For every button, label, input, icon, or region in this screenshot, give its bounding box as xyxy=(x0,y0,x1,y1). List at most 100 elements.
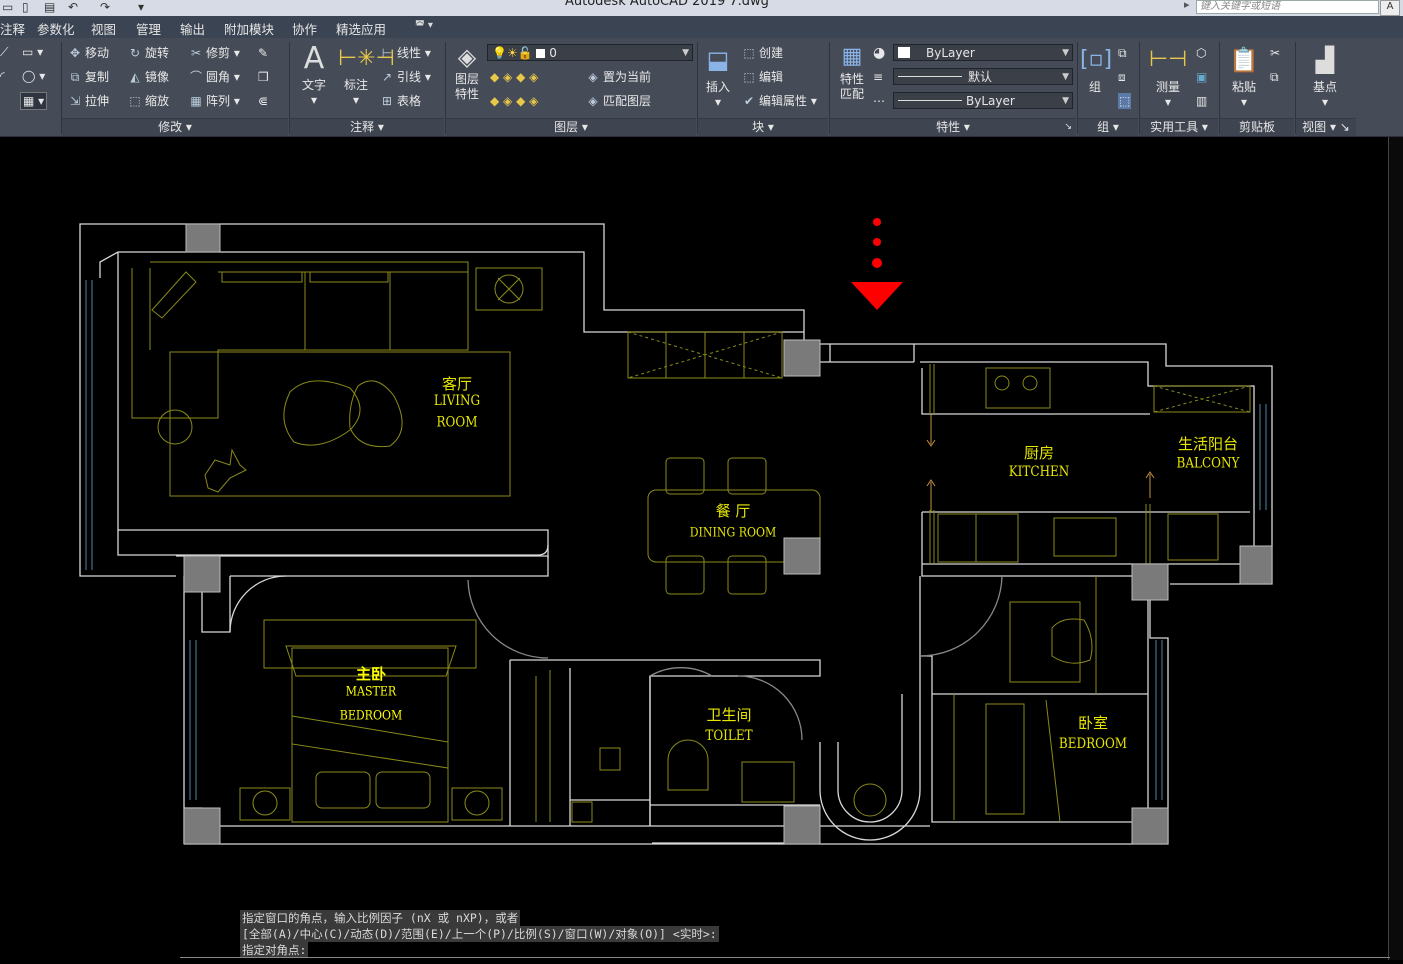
tab-manage[interactable]: 管理 xyxy=(136,19,161,38)
cut-icon[interactable]: ✂ xyxy=(1270,45,1280,61)
layer-color-swatch xyxy=(536,49,546,58)
chevron-down-icon: ▼ xyxy=(682,48,689,58)
paste-button[interactable]: 📋 粘贴 ▾ xyxy=(1224,42,1264,109)
floor-plan xyxy=(79,218,1273,845)
explode-icon[interactable]: ❒ xyxy=(258,69,269,85)
offset-icon[interactable]: ⋐ xyxy=(258,93,268,109)
save-icon[interactable]: ▯ xyxy=(22,0,29,16)
line-tool-icon[interactable]: ⟋ xyxy=(0,44,8,60)
lineweight-combo[interactable]: 默认 ▼ xyxy=(893,68,1073,85)
entrance-marker xyxy=(851,218,903,310)
rectangle-tool-icon[interactable]: ▭ ▾ xyxy=(22,44,43,60)
clipboard-panel-title[interactable]: 剪贴板 xyxy=(1220,118,1294,136)
redo-icon[interactable]: ↷ xyxy=(100,0,110,16)
drawing-canvas[interactable]: 客厅 LIVING ROOM 餐 厅 DINING ROOM 厨房 KITCHE… xyxy=(0,137,1388,960)
stretch-icon: ⇲ xyxy=(69,94,81,108)
set-current-button[interactable]: ◈ 置为当前 xyxy=(586,69,651,85)
create-block-icon: ⬚ xyxy=(743,46,755,60)
leader-button[interactable]: ↗ 引线 ▾ xyxy=(380,69,431,85)
erase-icon[interactable]: ✎ xyxy=(258,45,268,61)
match-layer-button[interactable]: ◈ 匹配图层 xyxy=(586,93,651,109)
edit-block-button[interactable]: ⬚ 编辑 xyxy=(742,69,783,85)
vertical-scrollbar[interactable] xyxy=(1388,137,1403,960)
base-point-icon: ▟ xyxy=(1315,46,1335,74)
annotation-panel-title[interactable]: 注释 ▾ xyxy=(290,118,444,136)
command-line-2: [全部(A)/中心(C)/动态(D)/范围(E)/上一个(P)/比例(S)/窗口… xyxy=(240,926,719,942)
id-point-icon[interactable]: ▥ xyxy=(1196,93,1207,109)
layer-state-icons: 💡☀🔓 xyxy=(492,46,533,60)
fillet-button[interactable]: ⌒ 圆角 ▾ xyxy=(189,69,240,85)
ribbon: ⟋ ◜ ▭ ▾ ◯ ▾ ▦ ▾ ✥ 移动 ↻ 旋转 ✂ 修剪 ▾ ✎ ⧉ 复制 ◭ 镜像 … xyxy=(0,38,1403,138)
move-button[interactable]: ✥ 移动 xyxy=(68,45,109,61)
groups-panel-title[interactable]: 组 ▾ xyxy=(1078,118,1138,136)
calculator-icon[interactable]: ▣ xyxy=(1196,69,1207,85)
color-wheel-icon[interactable]: ◕ xyxy=(873,45,885,61)
layer-tools-row2[interactable]: ◆ ◈ ◆ ◈ xyxy=(490,93,538,109)
table-button[interactable]: ⊞ 表格 xyxy=(380,93,421,109)
edit-attributes-button[interactable]: ✔ 编辑属性 ▾ xyxy=(742,93,817,109)
open-icon[interactable]: ▭ xyxy=(2,0,13,16)
stretch-button[interactable]: ⇲ 拉伸 xyxy=(68,93,109,109)
undo-icon[interactable]: ↶ xyxy=(68,0,78,16)
copy-button[interactable]: ⧉ 复制 xyxy=(68,69,109,85)
signin-icon[interactable]: A xyxy=(1380,0,1400,16)
tab-annotate[interactable]: 注释 xyxy=(0,19,25,38)
tab-addins[interactable]: 附加模块 xyxy=(224,19,274,38)
block-panel-title[interactable]: 块 ▾ xyxy=(698,118,828,136)
chevron-down-icon: ▼ xyxy=(1062,48,1069,58)
search-expand-icon[interactable]: ▸ xyxy=(1184,0,1190,11)
layer-tools-row1[interactable]: ◆ ◈ ◆ ◈ xyxy=(490,69,538,85)
command-prompt[interactable]: 指定对角点: xyxy=(240,942,309,958)
text-button[interactable]: A 文字 ▾ xyxy=(296,42,332,108)
quick-select-icon[interactable]: ⬡ xyxy=(1196,45,1206,61)
ungroup-icon[interactable]: ⧉ xyxy=(1118,45,1127,61)
match-properties-button[interactable]: ▦ 特性 匹配 xyxy=(834,42,870,102)
scale-button[interactable]: ⬚ 缩放 xyxy=(128,93,169,109)
ellipse-tool-icon[interactable]: ◯ ▾ xyxy=(22,68,45,84)
view-panel-title[interactable]: 视图 ▾ ↘ xyxy=(1296,118,1356,136)
group-edit-icon[interactable]: ⧈ xyxy=(1118,69,1126,85)
print-icon[interactable]: ▤ xyxy=(44,0,55,16)
copy-clip-icon[interactable]: ⧉ xyxy=(1270,69,1279,85)
array-button[interactable]: ▦ 阵列 ▾ xyxy=(189,93,240,109)
room-label-kitchen: 厨房 KITCHEN xyxy=(1008,444,1070,480)
tab-output[interactable]: 输出 xyxy=(180,19,205,38)
linetype-combo[interactable]: ByLayer ▼ xyxy=(893,92,1073,109)
dimension-button[interactable]: ⊢✳⊣ 标注 ▾ xyxy=(338,42,395,107)
group-select-icon[interactable]: ⬚ xyxy=(1118,93,1132,109)
room-label-living: 客厅 LIVING ROOM xyxy=(433,375,481,431)
create-block-button[interactable]: ⬚ 创建 xyxy=(742,45,783,61)
linear-dim-button[interactable]: ⊢ 线性 ▾ xyxy=(380,45,431,61)
group-button[interactable]: [▫] 组 xyxy=(1080,42,1112,95)
scale-icon: ⬚ xyxy=(129,94,141,108)
mirror-button[interactable]: ◭ 镜像 xyxy=(128,69,169,85)
window-title: Autodesk AutoCAD 2019 7.dwg xyxy=(565,0,769,9)
tab-collaborate[interactable]: 协作 xyxy=(292,19,317,38)
line-sample xyxy=(898,100,962,101)
modify-panel-title[interactable]: 修改 ▾ xyxy=(62,118,288,136)
tab-overflow-dropdown-icon[interactable]: ◚ ▾ xyxy=(415,20,441,34)
utilities-panel-title[interactable]: 实用工具 ▾ xyxy=(1140,118,1218,136)
color-combo[interactable]: ByLayer ▼ xyxy=(893,44,1073,61)
trim-button[interactable]: ✂ 修剪 ▾ xyxy=(189,45,240,61)
rotate-button[interactable]: ↻ 旋转 xyxy=(128,45,169,61)
insert-block-button[interactable]: ⬓ 插入 ▾ xyxy=(700,42,736,109)
help-search-input[interactable]: 键入关键字或短语 xyxy=(1196,0,1379,14)
measure-button[interactable]: ⊢⊣ 测量 ▾ xyxy=(1148,42,1188,109)
layers-panel-title[interactable]: 图层 ▾ xyxy=(446,118,696,136)
tab-featured-apps[interactable]: 精选应用 xyxy=(336,19,386,38)
layer-combo[interactable]: 💡☀🔓 0 ▼ xyxy=(487,44,693,61)
layer-properties-button[interactable]: ◈ 图层 特性 xyxy=(450,42,484,102)
properties-panel-title[interactable]: 特性 ▾ ↘ xyxy=(830,118,1076,136)
room-label-master-bedroom: 主卧 MASTER BEDROOM xyxy=(339,665,403,724)
copy-icon: ⧉ xyxy=(70,70,80,84)
tab-view[interactable]: 视图 xyxy=(91,19,116,38)
hatch-tool-icon[interactable]: ▦ ▾ xyxy=(20,92,48,110)
quick-access-dropdown-icon[interactable]: ▾ xyxy=(138,0,144,16)
base-point-button[interactable]: ▟ 基点 ▾ xyxy=(1302,42,1348,109)
arc-tool-icon[interactable]: ◜ xyxy=(0,68,5,84)
color-swatch xyxy=(898,47,910,58)
panel-launcher-icon[interactable]: ↘ xyxy=(1064,119,1072,136)
tab-parametric[interactable]: 参数化 xyxy=(37,19,75,38)
rotate-icon: ↻ xyxy=(129,46,141,60)
